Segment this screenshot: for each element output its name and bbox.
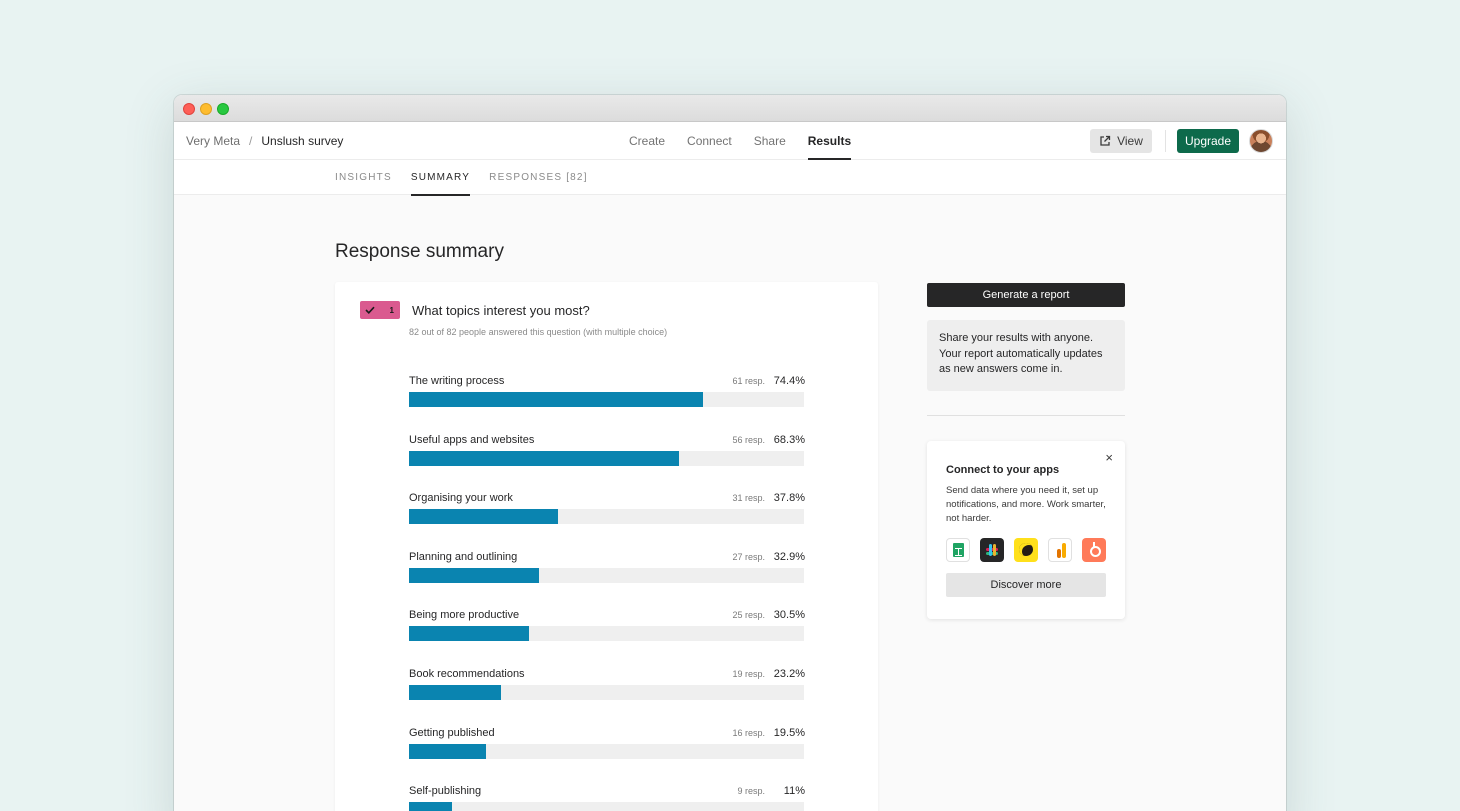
question-title: What topics interest you most? (412, 303, 590, 318)
question-subtitle: 82 out of 82 people answered this questi… (409, 327, 668, 337)
answer-response-count: 31 resp. (732, 493, 765, 504)
answer-bar-track (409, 684, 804, 700)
tab-insights[interactable]: INSIGHTS (335, 160, 392, 195)
answer-row: Being more productive 25 resp. 30.5% (409, 609, 805, 668)
answer-bar-fill (409, 392, 703, 407)
browser-window: Very Meta / Unslush survey Create Connec… (174, 95, 1286, 811)
page-title: Response summary (335, 241, 504, 262)
answer-row: The writing process 61 resp. 74.4% (409, 375, 805, 434)
hubspot-icon[interactable] (1082, 538, 1106, 562)
answer-row: Useful apps and websites 56 resp. 68.3% (409, 434, 805, 493)
window-titlebar (174, 95, 1286, 122)
answer-row: Self-publishing 9 resp. 11% (409, 785, 805, 811)
answer-label: Self-publishing (409, 785, 482, 798)
answer-bar-fill (409, 802, 453, 811)
nav-share[interactable]: Share (754, 122, 786, 160)
answer-label: Book recommendations (409, 667, 525, 680)
main-nav: Create Connect Share Results (629, 122, 852, 160)
tab-summary[interactable]: SUMMARY (410, 160, 471, 196)
mailchimp-icon[interactable] (1014, 538, 1038, 562)
answer-bar-track (409, 626, 804, 642)
question-badge: 1 (360, 301, 400, 319)
answer-bar-track (409, 509, 804, 525)
answer-bar-track (409, 802, 804, 811)
answer-bar-track (409, 567, 804, 583)
answer-list: The writing process 61 resp. 74.4% Useful a… (409, 375, 805, 811)
nav-connect[interactable]: Connect (687, 122, 732, 160)
answer-bar-fill (409, 509, 559, 525)
external-link-icon (1100, 135, 1111, 146)
apps-card-title: Connect to your apps (946, 464, 1060, 476)
breadcrumb-workspace[interactable]: Very Meta (186, 134, 240, 148)
answer-row: Organising your work 31 resp. 37.8% (409, 492, 805, 551)
answer-percentage: 74.4% (773, 375, 805, 387)
results-subnav: INSIGHTS SUMMARY RESPONSES [82] (174, 160, 1286, 196)
answer-percentage: 32.9% (773, 550, 805, 563)
tab-responses[interactable]: RESPONSES [82] (489, 160, 588, 195)
discover-more-button[interactable]: Discover more (946, 573, 1106, 597)
answer-label: Planning and outlining (409, 550, 518, 563)
view-button-label: View (1117, 134, 1143, 148)
answer-label: Organising your work (409, 492, 513, 505)
minimize-window-button[interactable] (200, 103, 212, 115)
close-window-button[interactable] (183, 103, 195, 115)
answer-row: Book recommendations 19 resp. 23.2% (409, 668, 805, 727)
google-analytics-icon[interactable] (1048, 538, 1072, 562)
generate-report-button[interactable]: Generate a report (927, 283, 1125, 307)
breadcrumb-separator: / (249, 134, 253, 148)
connect-apps-card: × Connect to your apps Send data where y… (927, 441, 1125, 619)
apps-card-text: Send data where you need it, set up noti… (946, 485, 1106, 524)
answer-response-count: 61 resp. (732, 376, 765, 386)
answer-percentage: 19.5% (773, 726, 805, 739)
sidebar-divider (927, 415, 1125, 416)
answer-percentage: 11% (783, 785, 805, 798)
answer-response-count: 25 resp. (732, 610, 765, 621)
nav-results[interactable]: Results (807, 122, 852, 160)
answer-response-count: 9 resp. (737, 786, 765, 797)
answer-response-count: 27 resp. (732, 551, 765, 562)
breadcrumb-form[interactable]: Unslush survey (261, 134, 343, 148)
answer-label: Getting published (409, 726, 495, 739)
top-bar: Very Meta / Unslush survey Create Connec… (174, 122, 1286, 160)
answer-label: The writing process (409, 375, 505, 387)
answer-row: Getting published 16 resp. 19.5% (409, 727, 805, 786)
answer-row: Planning and outlining 27 resp. 32.9% (409, 551, 805, 610)
user-avatar[interactable] (1249, 129, 1273, 153)
breadcrumb: Very Meta / Unslush survey (186, 134, 343, 148)
answer-percentage: 68.3% (773, 433, 805, 446)
answer-bar-fill (409, 684, 501, 700)
answer-response-count: 16 resp. (732, 727, 765, 738)
answer-response-count: 56 resp. (732, 434, 765, 445)
share-results-note: Share your results with anyone. Your rep… (927, 320, 1125, 391)
nav-create[interactable]: Create (629, 122, 665, 160)
answer-label: Being more productive (409, 609, 520, 622)
close-icon[interactable]: × (1105, 450, 1113, 465)
answer-bar-fill (409, 743, 487, 759)
app-icons (946, 538, 1106, 562)
answer-label: Useful apps and websites (409, 433, 535, 446)
answer-percentage: 23.2% (773, 667, 805, 680)
question-card: 1 What topics interest you most? 82 out … (335, 282, 878, 811)
upgrade-button[interactable]: Upgrade (1177, 129, 1239, 153)
answer-percentage: 37.8% (773, 492, 805, 505)
answer-percentage: 30.5% (773, 609, 805, 622)
answer-bar-track (409, 743, 804, 759)
question-number: 1 (389, 305, 394, 315)
maximize-window-button[interactable] (217, 103, 229, 115)
header-divider (1165, 130, 1166, 152)
google-sheets-icon[interactable] (946, 538, 970, 562)
answer-bar-fill (409, 450, 679, 466)
answer-response-count: 19 resp. (732, 668, 765, 679)
slack-icon[interactable] (980, 538, 1004, 562)
checkmark-icon (365, 306, 375, 314)
answer-bar-track (409, 450, 804, 466)
view-button[interactable]: View (1090, 129, 1152, 153)
answer-bar-track (409, 392, 804, 407)
answer-bar-fill (409, 626, 530, 642)
answer-bar-fill (409, 567, 539, 583)
